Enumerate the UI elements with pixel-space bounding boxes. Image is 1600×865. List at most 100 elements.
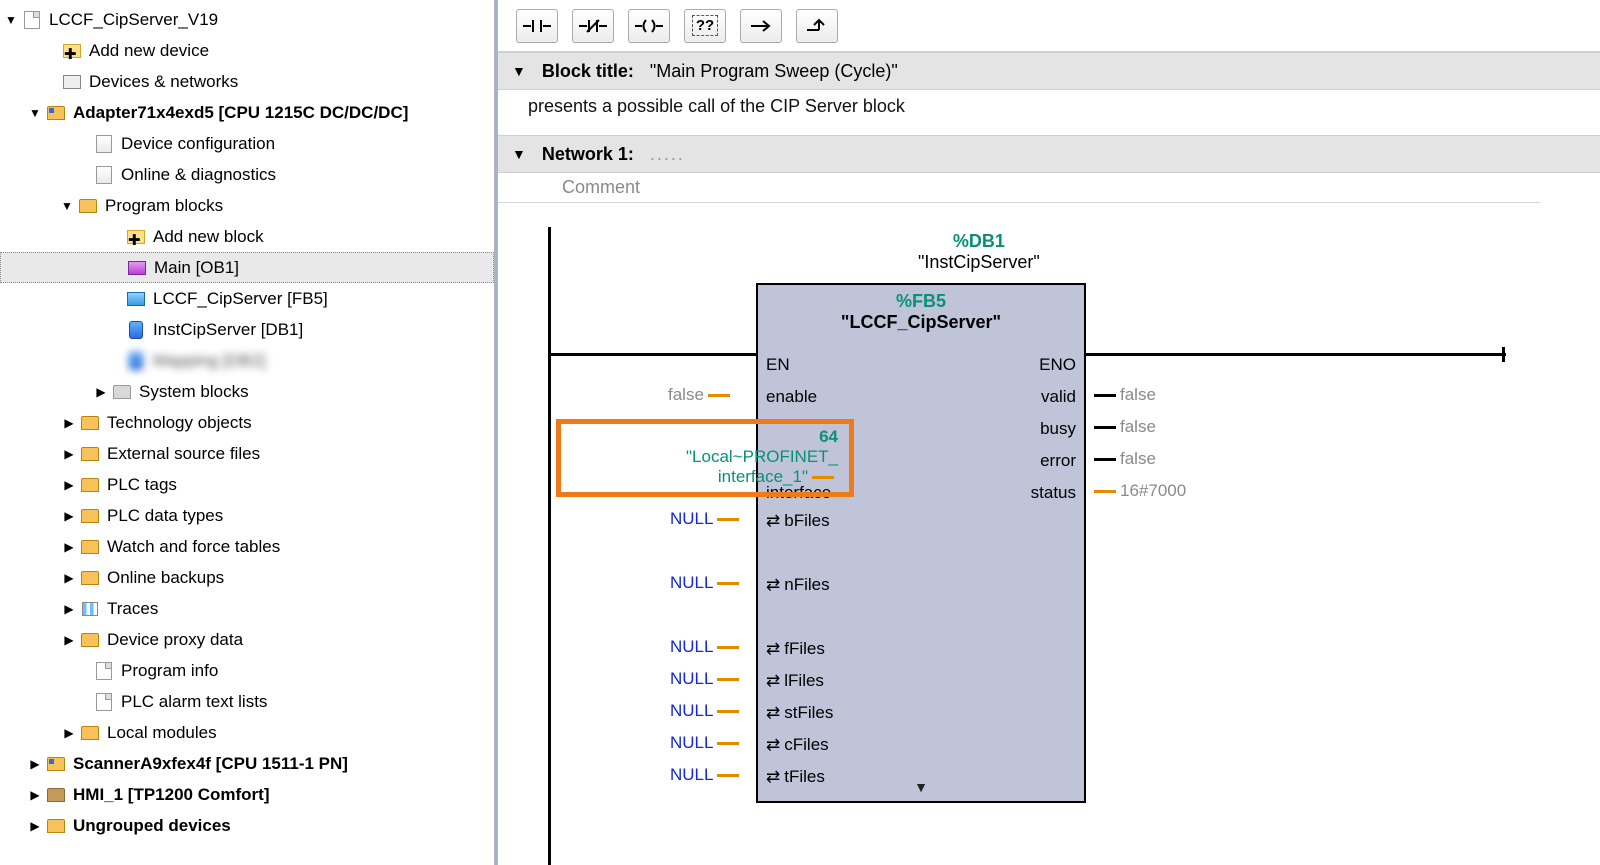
diagnostics-icon	[93, 164, 115, 186]
collapse-icon[interactable]: ▼	[512, 146, 526, 162]
tree-label: Adapter71x4exd5 [CPU 1215C DC/DC/DC]	[73, 103, 408, 123]
val-interface[interactable]: 64 "Local~PROFINET_ interface_1"	[686, 427, 838, 487]
tree-main-ob1[interactable]: ▶ Main [OB1]	[0, 252, 494, 283]
port-stfiles[interactable]: ⇄stFiles	[766, 701, 833, 725]
val-ffiles[interactable]: NULL	[670, 635, 743, 659]
val-cfiles[interactable]: NULL	[670, 731, 743, 755]
port-enable[interactable]: enable	[766, 385, 817, 409]
tree-blurred[interactable]: ▶ Mapping [DB2]	[0, 345, 494, 376]
tree-label: Program blocks	[105, 196, 223, 216]
tree-label: Device proxy data	[107, 630, 243, 650]
toolbar-coil[interactable]	[628, 9, 670, 43]
tree-plc-tags[interactable]: ▶ PLC tags	[0, 469, 494, 500]
toolbar-close-branch[interactable]	[796, 9, 838, 43]
tree-proxy[interactable]: ▶ Device proxy data	[0, 624, 494, 655]
tree-program-blocks[interactable]: ▼ Program blocks	[0, 190, 494, 221]
ob-icon	[126, 257, 148, 279]
tree-device-config[interactable]: ▶ Device configuration	[0, 128, 494, 159]
page-icon	[93, 691, 115, 713]
tree-watch[interactable]: ▶ Watch and force tables	[0, 531, 494, 562]
val-error[interactable]: false	[1090, 447, 1156, 471]
port-status[interactable]: status	[1031, 481, 1076, 505]
port-eno[interactable]: ENO	[1039, 353, 1076, 377]
port-ffiles[interactable]: ⇄fFiles	[766, 637, 825, 661]
tree-label: Program info	[121, 661, 218, 681]
block-description[interactable]: presents a possible call of the CIP Serv…	[498, 90, 1600, 123]
collapse-icon[interactable]: ▼	[512, 63, 526, 79]
port-lfiles[interactable]: ⇄lFiles	[766, 669, 824, 693]
tree-plc[interactable]: ▼ Adapter71x4exd5 [CPU 1215C DC/DC/DC]	[0, 97, 494, 128]
tree-tech-objects[interactable]: ▶ Technology objects	[0, 407, 494, 438]
tree-label: PLC data types	[107, 506, 223, 526]
tree-label: Add new device	[89, 41, 209, 61]
tree-add-device[interactable]: ▶ ✚ Add new device	[0, 35, 494, 66]
tree-traces[interactable]: ▶ Traces	[0, 593, 494, 624]
port-en[interactable]: EN	[766, 353, 790, 377]
tree-online-diag[interactable]: ▶ Online & diagnostics	[0, 159, 494, 190]
tree-plc-dt[interactable]: ▶ PLC data types	[0, 500, 494, 531]
tree-system-blocks[interactable]: ▶ System blocks	[0, 376, 494, 407]
wire-en	[550, 353, 756, 356]
tree-label: PLC alarm text lists	[121, 692, 267, 712]
tree-label: Online & diagnostics	[121, 165, 276, 185]
fb-call-box[interactable]: %FB5 LCCF_CipServer EN enable interface …	[756, 283, 1086, 803]
port-error[interactable]: error	[1040, 449, 1076, 473]
port-bfiles[interactable]: ⇄bFiles	[766, 509, 830, 533]
network-header[interactable]: ▼ Network 1: .....	[498, 135, 1600, 173]
network-comment[interactable]: Comment	[498, 173, 1540, 203]
tree-ungrouped[interactable]: ▶ Ungrouped devices	[0, 810, 494, 841]
tree-proginfo[interactable]: ▶ Program info	[0, 655, 494, 686]
wire-eno-end	[1502, 347, 1505, 362]
db-icon	[125, 350, 147, 372]
port-nfiles[interactable]: ⇄nFiles	[766, 573, 830, 597]
tree-db1[interactable]: ▶ InstCipServer [DB1]	[0, 314, 494, 345]
page-icon	[93, 660, 115, 682]
trace-icon	[79, 598, 101, 620]
ladder-canvas[interactable]: %DB1 "InstCipServer" %FB5 LCCF_CipServer…	[538, 213, 1560, 865]
tree-label: HMI_1 [TP1200 Comfort]	[73, 785, 269, 805]
network-title-value[interactable]: .....	[650, 144, 685, 165]
tree-label: LCCF_CipServer [FB5]	[153, 289, 328, 309]
tree-backups[interactable]: ▶ Online backups	[0, 562, 494, 593]
tree-hmi[interactable]: ▶ HMI_1 [TP1200 Comfort]	[0, 779, 494, 810]
project-tree[interactable]: ▼ LCCF_CipServer_V19 ▶ ✚ Add new device …	[0, 0, 498, 865]
tree-fb5[interactable]: ▶ LCCF_CipServer [FB5]	[0, 283, 494, 314]
tree-devices-networks[interactable]: ▶ Devices & networks	[0, 66, 494, 97]
val-nfiles[interactable]: NULL	[670, 571, 743, 595]
tree-label: Traces	[107, 599, 158, 619]
tree-scanner[interactable]: ▶ ScannerA9xfex4f [CPU 1511-1 PN]	[0, 748, 494, 779]
block-title-value[interactable]: "Main Program Sweep (Cycle)"	[650, 61, 898, 82]
val-bfiles[interactable]: NULL	[670, 507, 743, 531]
port-busy[interactable]: busy	[1040, 417, 1076, 441]
val-lfiles[interactable]: NULL	[670, 667, 743, 691]
instance-db-label[interactable]: %DB1 "InstCipServer"	[918, 231, 1040, 273]
fb-icon	[125, 288, 147, 310]
fb-name: LCCF_CipServer	[762, 312, 1080, 333]
tree-label: Main [OB1]	[154, 258, 239, 278]
toolbar-empty-box[interactable]: ??	[684, 9, 726, 43]
tree-ext-src[interactable]: ▶ External source files	[0, 438, 494, 469]
toolbar-open-branch[interactable]	[740, 9, 782, 43]
tree-project[interactable]: ▼ LCCF_CipServer_V19	[0, 4, 494, 35]
toolbar-nc-contact[interactable]	[572, 9, 614, 43]
tree-add-block[interactable]: ▶ ✚ Add new block	[0, 221, 494, 252]
block-editor: ?? ▼ Block title: "Main Program Sweep (C…	[498, 0, 1600, 865]
val-status[interactable]: 16#7000	[1090, 479, 1186, 503]
db-id: %DB1	[918, 231, 1040, 252]
hmi-icon	[45, 784, 67, 806]
network-label: Network 1:	[542, 144, 634, 165]
toolbar-no-contact[interactable]	[516, 9, 558, 43]
port-valid[interactable]: valid	[1041, 385, 1076, 409]
network-icon	[61, 71, 83, 93]
port-cfiles[interactable]: ⇄cFiles	[766, 733, 829, 757]
expand-ports-icon[interactable]: ▼	[914, 779, 928, 795]
block-title-header[interactable]: ▼ Block title: "Main Program Sweep (Cycl…	[498, 52, 1600, 90]
port-tfiles[interactable]: ⇄tFiles	[766, 765, 825, 789]
val-busy[interactable]: false	[1090, 415, 1156, 439]
val-tfiles[interactable]: NULL	[670, 763, 743, 787]
val-stfiles[interactable]: NULL	[670, 699, 743, 723]
val-valid[interactable]: false	[1090, 383, 1156, 407]
val-enable[interactable]: false	[668, 383, 734, 407]
tree-localmod[interactable]: ▶ Local modules	[0, 717, 494, 748]
tree-alarm[interactable]: ▶ PLC alarm text lists	[0, 686, 494, 717]
